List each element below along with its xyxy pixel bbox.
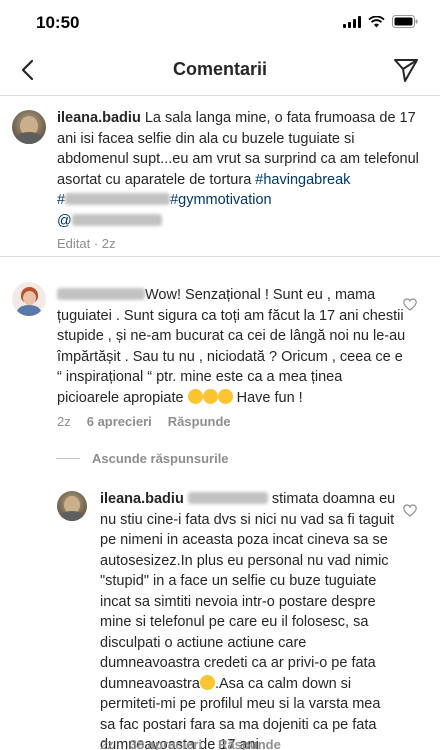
- caption-meta: Editat · 2z: [57, 236, 116, 251]
- like-heart-icon[interactable]: [403, 504, 417, 517]
- reply-body: stimata doamna eu nu stiu cine-i fata dv…: [100, 491, 396, 692]
- avatar[interactable]: [12, 110, 46, 144]
- divider: [56, 458, 80, 459]
- comments-header: Comentarii: [0, 44, 440, 96]
- comment-text: Wow! Senzațional ! Sunt eu , mama țuguia…: [57, 285, 407, 408]
- blurred-mention: @: [57, 213, 162, 229]
- caption-time: Editat · 2z: [57, 236, 116, 251]
- battery-icon: [392, 15, 418, 28]
- reply-button[interactable]: Răspunde: [168, 414, 231, 429]
- send-button[interactable]: [392, 56, 420, 84]
- reply-meta: 2z 38 aprecieri Răspunde: [100, 737, 281, 750]
- comment-meta: 2z 6 aprecieri Răspunde: [57, 414, 231, 429]
- comment-body-end: Have fun !: [232, 389, 303, 406]
- laughing-emoji-icon: [187, 388, 203, 404]
- wifi-icon: [368, 16, 385, 28]
- laughing-emoji-icon: [217, 388, 233, 404]
- reply-time: 2z: [100, 737, 114, 750]
- comment-time: 2z: [57, 414, 71, 429]
- blurred-mention: [187, 492, 268, 504]
- reply-username[interactable]: ileana.badiu: [100, 491, 184, 507]
- reply-likes[interactable]: 38 aprecieri: [130, 737, 202, 750]
- caption-text: ileana.badiu La sala langa mine, o fata …: [57, 108, 427, 231]
- comment-likes[interactable]: 6 aprecieri: [87, 414, 152, 429]
- reply-button[interactable]: Răspunde: [218, 737, 281, 750]
- avatar[interactable]: [12, 282, 46, 316]
- status-icons: [343, 15, 418, 28]
- send-icon: [394, 59, 418, 82]
- hide-replies-label: Ascunde răspunsurile: [92, 451, 229, 466]
- mention-prefix: @: [57, 212, 72, 229]
- avatar[interactable]: [57, 491, 87, 521]
- hashtag-link[interactable]: #gymmotivation: [170, 192, 272, 208]
- status-bar: 10:50: [0, 0, 440, 44]
- like-heart-icon[interactable]: [403, 298, 417, 311]
- page-title: Comentarii: [172, 59, 268, 79]
- blurred-hashtag: #: [57, 192, 171, 208]
- laughing-emoji-icon: [202, 388, 218, 404]
- hide-replies-toggle[interactable]: Ascunde răspunsurile: [56, 451, 229, 466]
- signal-icon: [343, 16, 361, 28]
- laughing-emoji-icon: [199, 674, 215, 690]
- post-caption: ileana.badiu La sala langa mine, o fata …: [0, 96, 440, 257]
- caption-username[interactable]: ileana.badiu: [57, 110, 141, 126]
- blurred-username: [57, 288, 145, 300]
- hashtag-link[interactable]: #havingabreak: [255, 172, 350, 188]
- status-time: 10:50: [36, 13, 80, 32]
- reply-text: ileana.badiu stimata doamna eu nu stiu c…: [100, 489, 396, 750]
- comment-body: Wow! Senzațional ! Sunt eu , mama țuguia…: [57, 287, 406, 406]
